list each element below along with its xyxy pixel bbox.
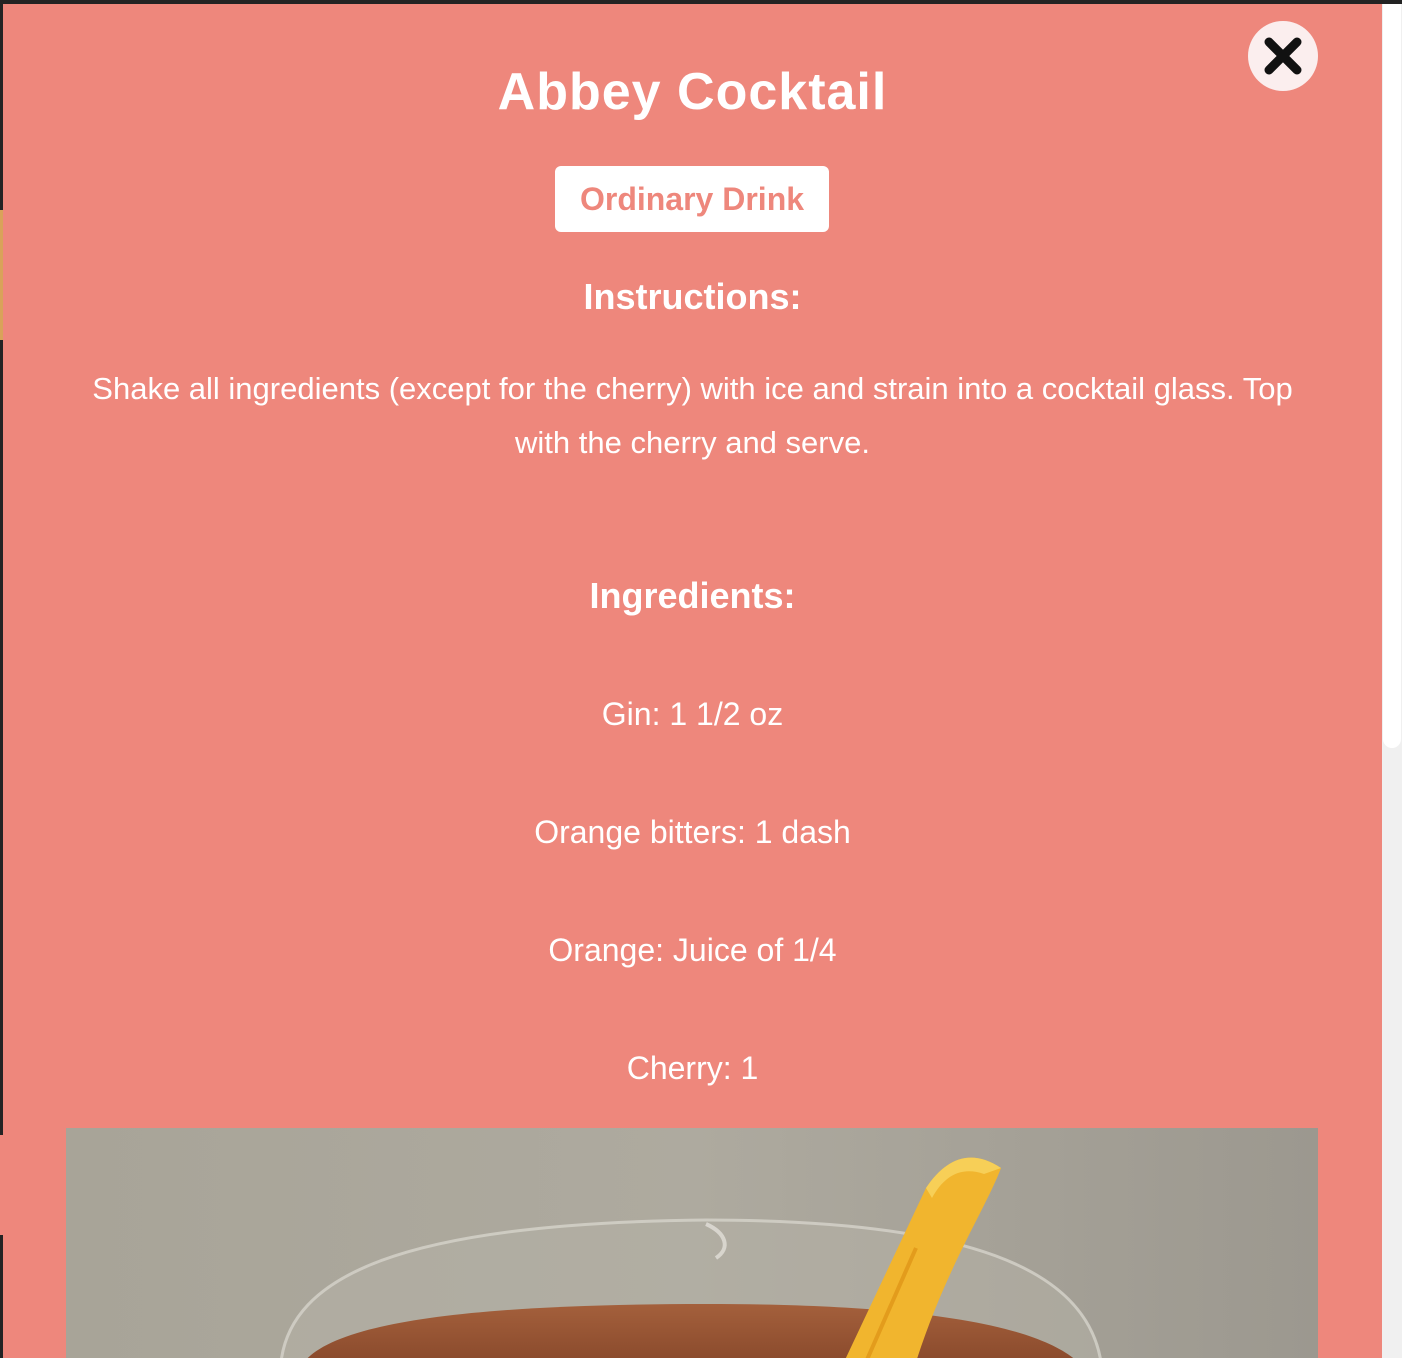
instructions-heading: Instructions: <box>583 276 802 317</box>
page: Abbey Cocktail Ordinary Drink Instructio… <box>0 0 1402 1358</box>
close-icon <box>1264 37 1302 75</box>
category-badge: Ordinary Drink <box>555 166 829 232</box>
ingredient-item: Orange: Juice of 1/4 <box>548 932 837 968</box>
ingredient-item: Gin: 1 1/2 oz <box>601 696 784 732</box>
drink-title: Abbey Cocktail <box>497 63 888 121</box>
ingredient-item: Orange bitters: 1 dash <box>534 814 851 850</box>
ingredients-heading: Ingredients: <box>589 575 796 616</box>
ingredient-item: Cherry: 1 <box>626 1050 759 1086</box>
cocktail-photo <box>66 1128 1318 1358</box>
instructions-text: Shake all ingredients (except for the ch… <box>92 371 1293 460</box>
scrollbar-thumb[interactable] <box>1383 4 1401 748</box>
drink-detail-modal: Abbey Cocktail Ordinary Drink Instructio… <box>3 4 1382 1358</box>
cocktail-glass-illustration <box>66 1128 1318 1358</box>
close-button[interactable] <box>1248 21 1318 91</box>
